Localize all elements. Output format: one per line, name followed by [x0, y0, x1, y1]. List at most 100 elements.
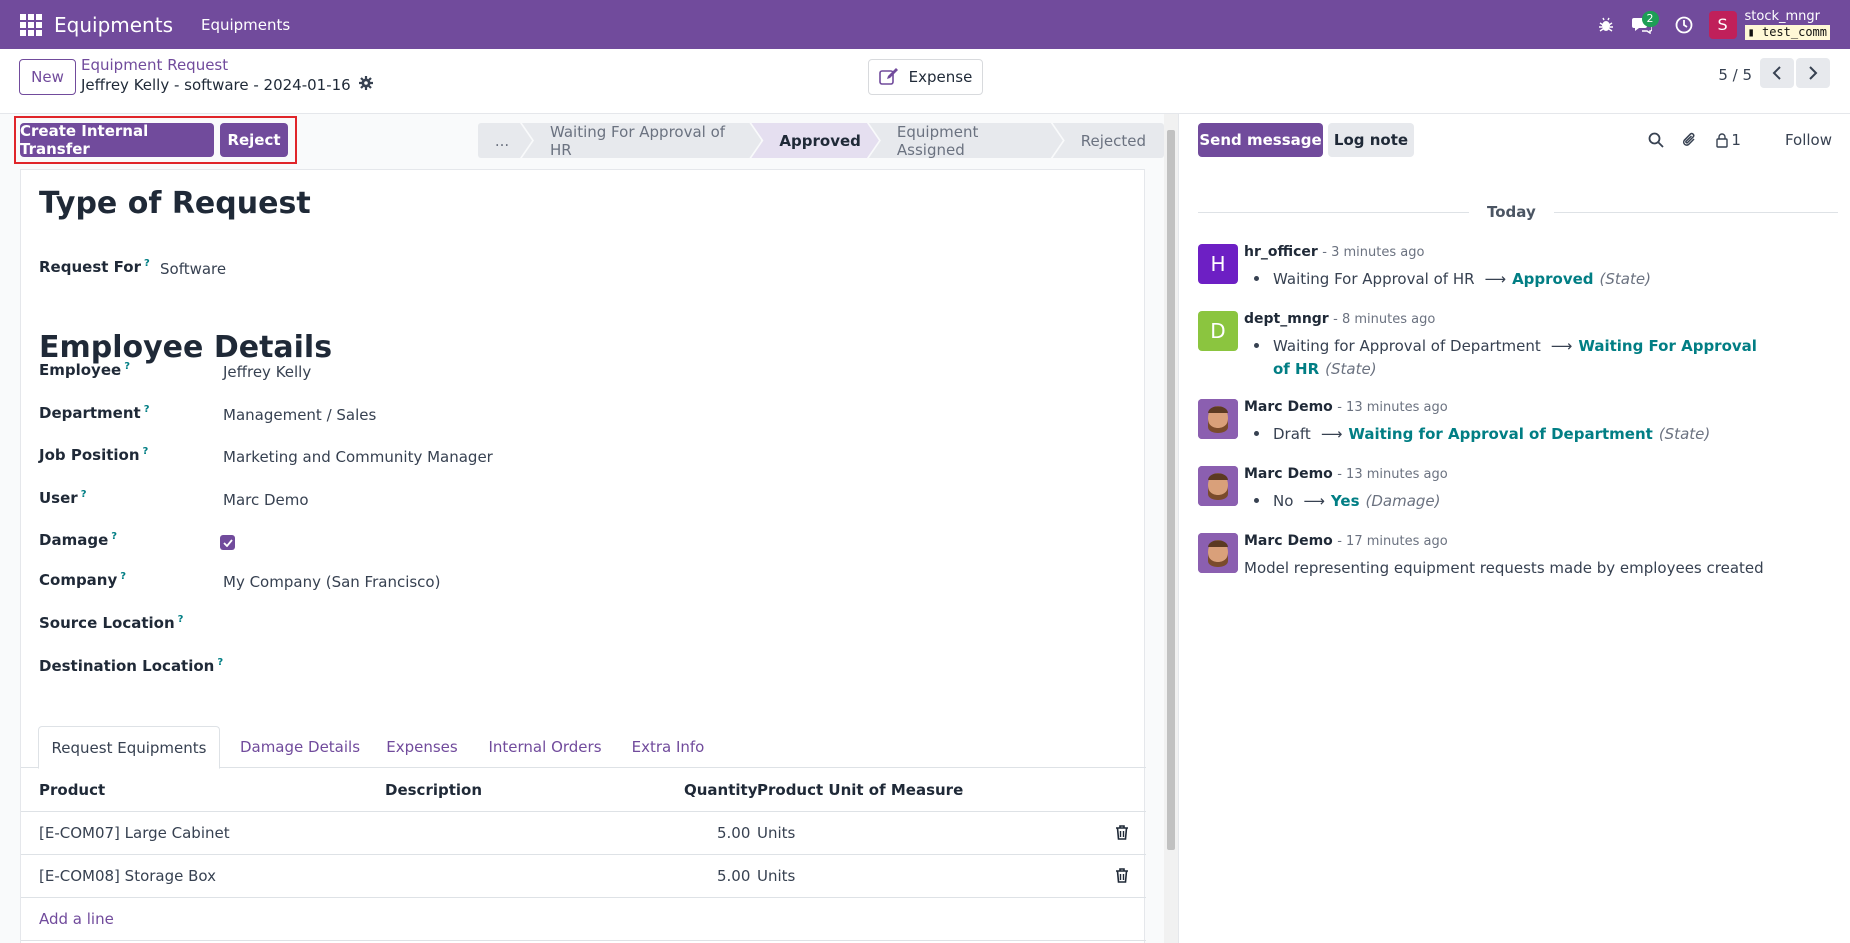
add-line-link[interactable]: Add a line — [39, 910, 114, 928]
status-stages: ... Waiting For Approval of HR Approved … — [478, 123, 1164, 158]
chat-icon[interactable]: 2 — [1627, 10, 1659, 40]
user-menu[interactable]: stock_mngr ▮ test_comm — [1744, 9, 1830, 40]
message-header: Marc Demo - 17 minutes ago — [1244, 533, 1448, 549]
database-name-text: test_comm — [1761, 25, 1827, 39]
table-row-2-quantity[interactable]: 5.00 — [717, 867, 750, 885]
tracked-field: (State) — [1325, 360, 1377, 378]
log-note-button[interactable]: Log note — [1328, 123, 1414, 157]
help-icon[interactable]: ? — [143, 446, 149, 457]
menu-equipments[interactable]: Equipments — [201, 16, 290, 34]
pager-previous-button[interactable] — [1760, 58, 1794, 88]
new-value: Yes — [1330, 492, 1360, 510]
pager-next-button[interactable] — [1796, 58, 1830, 88]
message-author[interactable]: hr_officer — [1244, 244, 1318, 260]
stage-more[interactable]: ... — [478, 123, 532, 158]
column-product[interactable]: Product — [39, 781, 105, 799]
message-time: - 8 minutes ago — [1333, 312, 1436, 327]
request-for-label: Request For? — [39, 258, 150, 276]
top-navbar: Equipments Equipments 2 S stock_mngr ▮ t… — [0, 0, 1850, 49]
paperclip-icon[interactable] — [1682, 131, 1698, 149]
job-position-field[interactable]: Marketing and Community Manager — [223, 448, 493, 466]
follow-button[interactable]: Follow — [1785, 131, 1832, 149]
table-row-2-product[interactable]: [E-COM08] Storage Box — [39, 867, 216, 885]
followers-button[interactable]: 1 — [1716, 131, 1741, 149]
column-uom[interactable]: Product Unit of Measure — [757, 781, 963, 799]
apps-menu-icon[interactable] — [20, 13, 42, 36]
old-value: Waiting for Approval of Department — [1273, 337, 1541, 355]
message-author[interactable]: Marc Demo — [1244, 399, 1333, 415]
stage-approved[interactable]: Approved — [751, 123, 878, 158]
help-icon[interactable]: ? — [144, 258, 150, 269]
form-scrollbar[interactable] — [1164, 114, 1178, 943]
stage-rejected[interactable]: Rejected — [1052, 123, 1164, 158]
help-icon[interactable]: ? — [81, 489, 87, 500]
message-body: Model representing equipment requests ma… — [1244, 559, 1764, 577]
user-photo-icon — [1198, 466, 1238, 506]
source-location-label-text: Source Location — [39, 614, 175, 632]
message-header: hr_officer - 3 minutes ago — [1244, 244, 1424, 260]
pager-value[interactable]: 5 / 5 — [1718, 66, 1752, 84]
column-description[interactable]: Description — [385, 781, 482, 799]
request-for-label-text: Request For — [39, 258, 141, 276]
help-icon[interactable]: ? — [144, 404, 150, 415]
control-panel: New Equipment Request Jeffrey Kelly - so… — [0, 49, 1850, 114]
company-field[interactable]: My Company (San Francisco) — [223, 573, 440, 591]
tab-damage-details[interactable]: Damage Details — [236, 726, 364, 768]
new-value: Approved — [1512, 270, 1594, 288]
damage-checkbox[interactable] — [220, 535, 235, 550]
tab-request-equipments[interactable]: Request Equipments — [38, 726, 220, 769]
avatar[interactable]: D — [1198, 311, 1238, 351]
help-icon[interactable]: ? — [178, 614, 184, 625]
app-name[interactable]: Equipments — [54, 13, 173, 37]
message-author[interactable]: dept_mngr — [1244, 311, 1329, 327]
stage-equipment-assigned[interactable]: Equipment Assigned — [869, 123, 1063, 158]
bug-icon[interactable] — [1591, 10, 1621, 40]
destination-location-label-text: Destination Location — [39, 657, 215, 675]
user-avatar[interactable]: S — [1708, 10, 1737, 39]
trash-icon[interactable] — [1115, 868, 1129, 887]
send-message-button[interactable]: Send message — [1198, 123, 1323, 157]
message-author[interactable]: Marc Demo — [1244, 466, 1333, 482]
help-icon[interactable]: ? — [111, 531, 117, 542]
date-label: Today — [1469, 203, 1554, 221]
database-name: ▮ test_comm — [1744, 25, 1830, 40]
breadcrumb[interactable]: Equipment Request — [81, 56, 228, 74]
employee-field[interactable]: Jeffrey Kelly — [223, 363, 311, 381]
source-location-label: Source Location? — [39, 614, 183, 632]
help-icon[interactable]: ? — [124, 361, 130, 372]
message-author[interactable]: Marc Demo — [1244, 533, 1333, 549]
stage-waiting-hr[interactable]: Waiting For Approval of HR — [522, 123, 761, 158]
user-field[interactable]: Marc Demo — [223, 491, 309, 509]
scrollbar-thumb[interactable] — [1167, 130, 1175, 850]
destination-location-label: Destination Location? — [39, 657, 223, 675]
new-button[interactable]: New — [19, 59, 76, 95]
notebook-tabs: Request Equipments Damage Details Expens… — [21, 726, 1146, 769]
table-row-1-uom[interactable]: Units — [757, 824, 795, 842]
tab-extra-info[interactable]: Extra Info — [625, 726, 711, 768]
employee-details-title: Employee Details — [39, 330, 333, 365]
table-row-1-product[interactable]: [E-COM07] Large Cabinet — [39, 824, 230, 842]
table-row-2-uom[interactable]: Units — [757, 867, 795, 885]
tracked-field: (State) — [1658, 425, 1711, 443]
expense-smart-button[interactable]: Expense — [868, 59, 983, 95]
column-quantity[interactable]: Quantity — [684, 781, 758, 799]
department-field[interactable]: Management / Sales — [223, 406, 376, 424]
avatar[interactable] — [1198, 466, 1238, 506]
tab-expenses[interactable]: Expenses — [379, 726, 465, 768]
avatar[interactable]: H — [1198, 244, 1238, 284]
department-label-text: Department — [39, 404, 141, 422]
search-icon[interactable] — [1648, 132, 1665, 148]
gear-icon[interactable] — [358, 76, 373, 94]
request-for-value[interactable]: Software — [160, 260, 226, 278]
help-icon[interactable]: ? — [120, 571, 126, 582]
old-value: No — [1273, 492, 1294, 510]
table-row-1-quantity[interactable]: 5.00 — [717, 824, 750, 842]
tab-internal-orders[interactable]: Internal Orders — [481, 726, 609, 768]
message-body: Waiting for Approval of Department ⟶ Waiti… — [1244, 335, 1764, 381]
followers-count: 1 — [1731, 131, 1741, 149]
avatar[interactable] — [1198, 399, 1238, 439]
avatar[interactable] — [1198, 533, 1238, 573]
clock-icon[interactable] — [1669, 10, 1699, 40]
help-icon[interactable]: ? — [217, 657, 223, 668]
trash-icon[interactable] — [1115, 825, 1129, 844]
